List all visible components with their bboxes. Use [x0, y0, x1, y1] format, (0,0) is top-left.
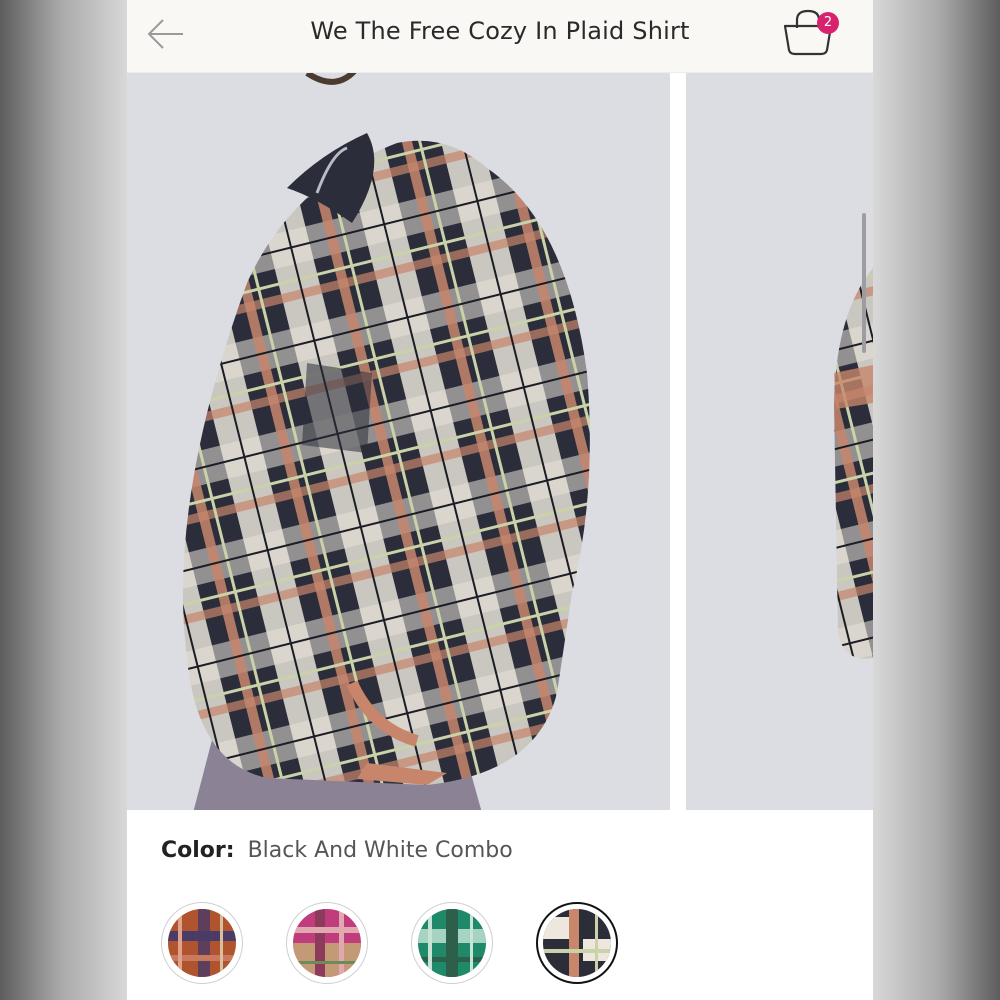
swatch-black-and-white-plaid[interactable] — [536, 902, 618, 984]
gallery-scrollbar[interactable] — [862, 213, 866, 353]
color-swatch-list — [161, 902, 641, 988]
swatch-pink-plaid[interactable] — [286, 902, 368, 984]
cart-count-badge: 2 — [817, 12, 839, 34]
page-title: We The Free Cozy In Plaid Shirt — [310, 17, 690, 45]
product-photo-main[interactable] — [127, 73, 670, 810]
swatch-rust-plaid[interactable] — [161, 902, 243, 984]
color-label: Color: — [161, 838, 235, 863]
swatch-pink-plaid-image — [293, 909, 361, 977]
top-bar: We The Free Cozy In Plaid Shirt 2 — [127, 0, 873, 73]
swatch-black-and-white-plaid-image — [543, 909, 611, 977]
color-info: Color: Black And White Combo — [161, 838, 513, 863]
back-button[interactable] — [145, 14, 189, 54]
product-photo-illustration — [127, 73, 670, 810]
selected-color-name: Black And White Combo — [247, 838, 513, 863]
swatch-green-plaid[interactable] — [411, 902, 493, 984]
app-screen: We The Free Cozy In Plaid Shirt 2 Color:… — [127, 0, 873, 1000]
swatch-green-plaid-image — [418, 909, 486, 977]
product-photo-next-illustration — [686, 73, 873, 810]
arrow-left-icon — [147, 19, 183, 49]
product-image-gallery[interactable] — [127, 73, 873, 810]
product-photo-next[interactable] — [686, 73, 873, 810]
swatch-rust-plaid-image — [168, 909, 236, 977]
